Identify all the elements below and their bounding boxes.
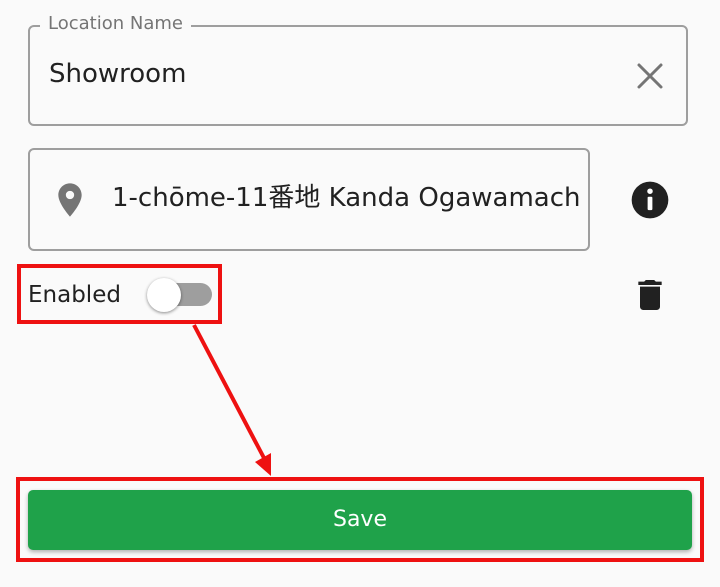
close-icon[interactable]	[632, 58, 668, 94]
location-name-label: Location Name	[40, 12, 191, 36]
trash-icon[interactable]	[630, 274, 670, 316]
info-icon[interactable]	[628, 178, 672, 222]
enabled-toggle-thumb[interactable]	[147, 278, 181, 312]
location-name-input[interactable]: Showroom	[49, 57, 186, 91]
save-button[interactable]: Save	[28, 490, 692, 550]
address-value: 1-chōme-11番地 Kanda Ogawamachi	[112, 183, 582, 213]
map-pin-icon	[58, 183, 82, 217]
enabled-label: Enabled	[28, 282, 121, 308]
edit-location-screen: Location Name Showroom 1-chōme-11番地 Kand…	[0, 0, 720, 587]
